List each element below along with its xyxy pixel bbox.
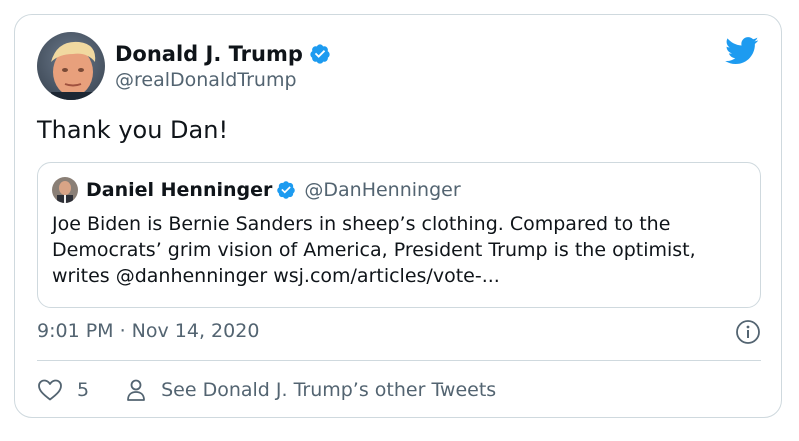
see-other-tweets-link[interactable]: See Donald J. Trump’s other Tweets [161, 379, 496, 401]
quoted-author-handle: @DanHenninger [304, 179, 461, 201]
info-icon[interactable] [735, 319, 761, 345]
quoted-tweet-header: Daniel Henninger @DanHenninger [52, 177, 461, 203]
verified-badge-icon [277, 181, 296, 199]
tweet-card[interactable]: Donald J. Trump @realDonaldTrump Thank y… [14, 14, 782, 418]
tweet-timestamp[interactable]: 9:01 PM · Nov 14, 2020 [37, 320, 259, 342]
twitter-bird-icon[interactable] [725, 37, 759, 65]
tweet-actions: 5 See Donald J. Trump’s other Tweets [37, 375, 496, 405]
author-avatar[interactable] [37, 32, 105, 100]
tweet-text: Thank you Dan! [37, 116, 229, 144]
author-name[interactable]: Donald J. Trump [115, 42, 303, 66]
quoted-tweet[interactable]: Daniel Henninger @DanHenninger Joe Biden… [37, 162, 761, 308]
quoted-author-name: Daniel Henninger [86, 179, 273, 201]
heart-icon[interactable] [37, 378, 63, 402]
author-handle[interactable]: @realDonaldTrump [115, 69, 297, 91]
person-icon[interactable] [125, 378, 147, 402]
verified-badge-icon [310, 44, 330, 64]
divider [37, 360, 761, 361]
like-count[interactable]: 5 [77, 379, 89, 401]
author-name-row[interactable]: Donald J. Trump [115, 42, 331, 66]
quoted-author-avatar [52, 177, 78, 203]
quoted-tweet-text: Joe Biden is Bernie Sanders in sheep’s c… [52, 213, 696, 287]
